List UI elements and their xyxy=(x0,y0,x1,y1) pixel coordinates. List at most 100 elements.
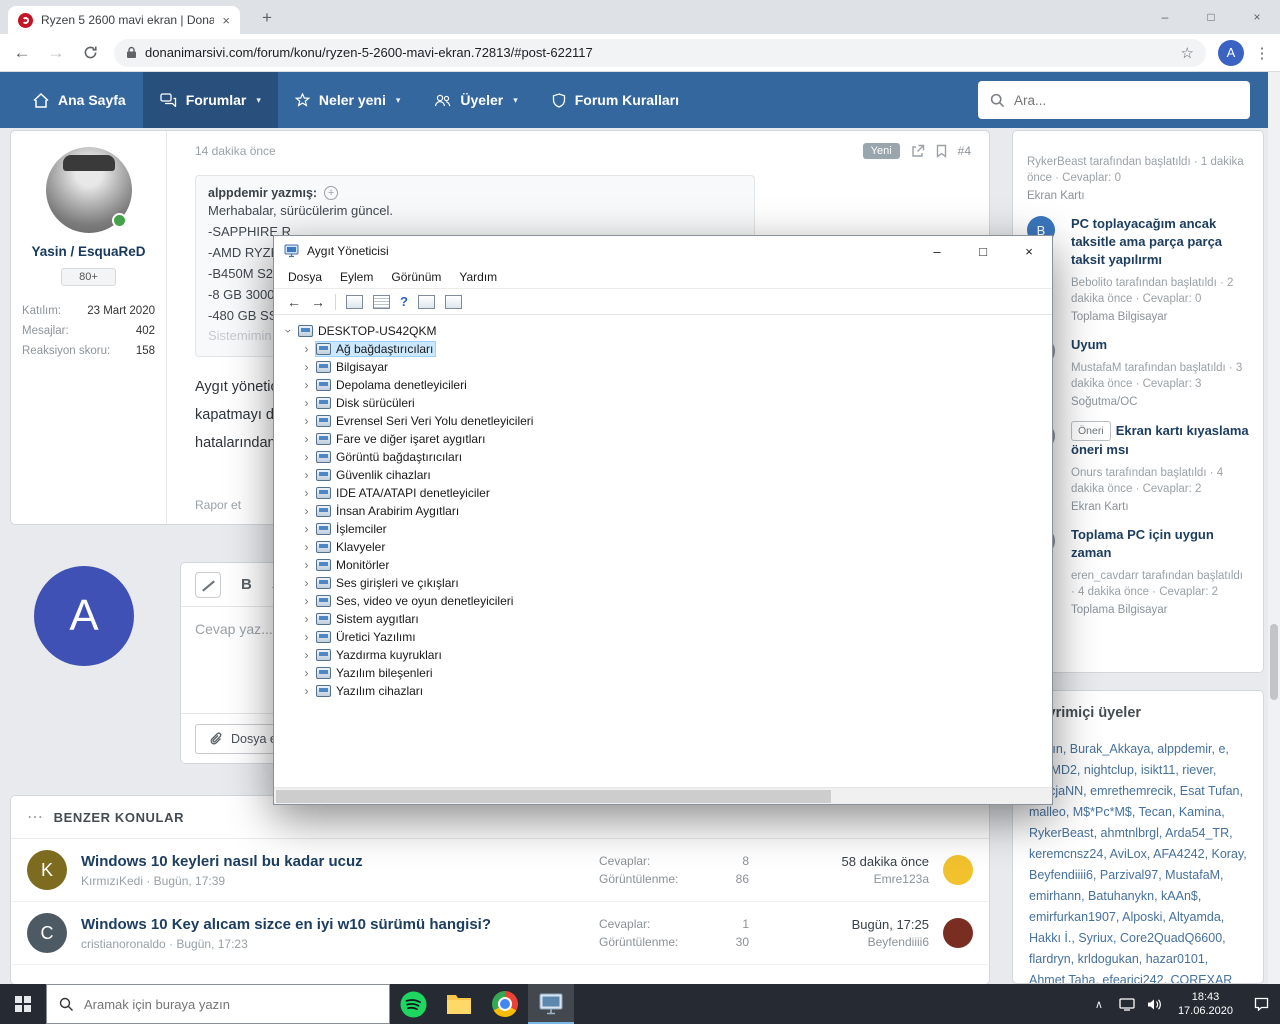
topic-title[interactable]: PC toplayacağım ancak taksitle ama parça… xyxy=(1071,215,1249,269)
minimize-button[interactable]: – xyxy=(914,236,960,266)
chevron-right-icon[interactable]: › xyxy=(298,378,315,392)
tree-item[interactable]: › Ağ bağdaştırıcıları xyxy=(274,340,1052,358)
chevron-expanded-icon[interactable]: › xyxy=(282,323,296,340)
profile-avatar[interactable]: A xyxy=(1218,40,1244,66)
tree-item[interactable]: › Monitörler xyxy=(274,556,1052,574)
thread-time[interactable]: 58 dakika önce xyxy=(749,854,929,869)
tree-item[interactable]: › Evrensel Seri Veri Yolu denetleyiciler… xyxy=(274,412,1052,430)
tree-item[interactable]: › Disk sürücüleri xyxy=(274,394,1052,412)
window-titlebar[interactable]: Aygıt Yöneticisi – □ × xyxy=(274,236,1052,266)
chevron-right-icon[interactable]: › xyxy=(298,666,315,680)
topic-category[interactable]: Toplama Bilgisayar xyxy=(1071,311,1249,323)
browser-tab[interactable]: Ryzen 5 2600 mavi ekran | Donan... × xyxy=(8,6,240,34)
chevron-right-icon[interactable]: › xyxy=(298,558,315,572)
topic-category[interactable]: Ekran Kartı xyxy=(1071,501,1249,513)
thread-avatar[interactable]: K xyxy=(27,850,67,890)
chevron-down-icon[interactable]: ▾ xyxy=(513,95,518,106)
topic-category[interactable]: Ekran Kartı xyxy=(1027,190,1249,202)
poster-avatar[interactable] xyxy=(46,147,132,233)
chevron-right-icon[interactable]: › xyxy=(298,648,315,662)
topic-entry[interactable]: RykerBeast tarafından başlatıldı · 1 dak… xyxy=(1013,135,1263,202)
topic-title[interactable]: Toplama PC için uygun zaman xyxy=(1071,526,1249,562)
start-button[interactable] xyxy=(0,984,46,1024)
chevron-right-icon[interactable]: › xyxy=(298,450,315,464)
chevron-right-icon[interactable]: › xyxy=(298,396,315,410)
chevron-right-icon[interactable]: › xyxy=(298,486,315,500)
scan-hardware-icon[interactable] xyxy=(418,295,435,309)
post-number[interactable]: #4 xyxy=(958,144,971,158)
share-icon[interactable] xyxy=(911,144,925,158)
tree-item[interactable]: › IDE ATA/ATAPI denetleyiciler xyxy=(274,484,1052,502)
chevron-right-icon[interactable]: › xyxy=(298,612,315,626)
page-scrollbar[interactable] xyxy=(1268,72,1280,984)
expand-quote-icon[interactable]: + xyxy=(324,186,338,200)
forward-button[interactable]: → xyxy=(40,37,72,69)
report-link[interactable]: Rapor et xyxy=(195,498,241,512)
thread-last-user[interactable]: Beyfendiiii6 xyxy=(749,935,929,949)
nav-forums[interactable]: Forumlar ▾ xyxy=(143,72,278,128)
page-scrollbar-thumb[interactable] xyxy=(1270,624,1278,700)
forum-search[interactable] xyxy=(978,81,1250,119)
tray-chevron-icon[interactable]: ∧ xyxy=(1085,984,1113,1024)
new-tab-button[interactable]: + xyxy=(254,5,280,31)
chevron-right-icon[interactable]: › xyxy=(298,576,315,590)
horizontal-scrollbar[interactable] xyxy=(274,787,1052,804)
chrome-taskbar-button[interactable] xyxy=(482,984,528,1024)
network-icon[interactable] xyxy=(1113,984,1141,1024)
spotify-taskbar-button[interactable] xyxy=(390,984,436,1024)
chevron-right-icon[interactable]: › xyxy=(298,414,315,428)
maximize-button[interactable]: □ xyxy=(960,236,1006,266)
tree-item[interactable]: › Sistem aygıtları xyxy=(274,610,1052,628)
tree-item[interactable]: › Yazılım cihazları xyxy=(274,682,1052,700)
nav-members[interactable]: Üyeler ▾ xyxy=(417,72,534,128)
menu-eylem[interactable]: Eylem xyxy=(331,270,382,284)
chevron-down-icon[interactable]: ▾ xyxy=(256,95,261,106)
tab-close-icon[interactable]: × xyxy=(222,13,230,28)
back-button[interactable]: ← xyxy=(6,37,38,69)
menu-dosya[interactable]: Dosya xyxy=(279,270,331,284)
topic-category[interactable]: Toplama Bilgisayar xyxy=(1071,604,1249,616)
device-manager-window[interactable]: Aygıt Yöneticisi – □ × Dosya Eylem Görün… xyxy=(273,235,1053,805)
clock[interactable]: 18:43 17.06.2020 xyxy=(1169,990,1242,1018)
chevron-right-icon[interactable]: › xyxy=(298,684,315,698)
tree-item[interactable]: › Üretici Yazılımı xyxy=(274,628,1052,646)
toolbar-forward-icon[interactable]: → xyxy=(311,294,325,310)
refresh-button[interactable] xyxy=(74,37,106,69)
thread-title[interactable]: Windows 10 Key alıcam sizce en iyi w10 s… xyxy=(81,916,599,933)
scrollbar-thumb[interactable] xyxy=(276,790,831,803)
menu-gorunum[interactable]: Görünüm xyxy=(382,270,450,284)
topic-title[interactable]: Uyum xyxy=(1071,336,1249,354)
remove-format-button[interactable] xyxy=(195,572,221,598)
tree-item[interactable]: › Yazdırma kuyrukları xyxy=(274,646,1052,664)
tree-item[interactable]: › İnsan Arabirim Aygıtları xyxy=(274,502,1052,520)
console-tree-icon[interactable] xyxy=(346,295,363,309)
thread-last-avatar[interactable] xyxy=(943,918,973,948)
forum-search-input[interactable] xyxy=(1014,93,1238,108)
volume-icon[interactable] xyxy=(1141,984,1169,1024)
thread-title[interactable]: Windows 10 keyleri nasıl bu kadar ucuz xyxy=(81,853,599,870)
menu-dots-icon[interactable]: ⋮ xyxy=(1250,44,1274,62)
chevron-right-icon[interactable]: › xyxy=(298,540,315,554)
window-maximize-button[interactable]: □ xyxy=(1188,0,1234,34)
taskbar-search-input[interactable] xyxy=(84,997,377,1012)
device-tree[interactable]: › DESKTOP-US42QKM › Ağ bağdaştırıcıları … xyxy=(274,315,1052,787)
chevron-right-icon[interactable]: › xyxy=(298,594,315,608)
tree-item[interactable]: › Yazılım bileşenleri xyxy=(274,664,1052,682)
chevron-down-icon[interactable]: ▾ xyxy=(396,95,401,106)
tree-item[interactable]: › Depolama denetleyicileri xyxy=(274,376,1052,394)
tree-item[interactable]: › Klavyeler xyxy=(274,538,1052,556)
tree-item[interactable]: › Güvenlik cihazları xyxy=(274,466,1052,484)
window-close-button[interactable]: × xyxy=(1234,0,1280,34)
tree-item[interactable]: › Fare ve diğer işaret aygıtları xyxy=(274,430,1052,448)
nav-rules[interactable]: Forum Kuralları xyxy=(535,72,696,128)
thread-avatar[interactable]: C xyxy=(27,913,67,953)
chevron-right-icon[interactable]: › xyxy=(298,504,315,518)
nav-whats-new[interactable]: Neler yeni ▾ xyxy=(278,72,417,128)
chevron-right-icon[interactable]: › xyxy=(298,630,315,644)
chevron-right-icon[interactable]: › xyxy=(298,468,315,482)
bookmark-star-icon[interactable]: ☆ xyxy=(1181,44,1194,62)
tree-item[interactable]: › Ses girişleri ve çıkışları xyxy=(274,574,1052,592)
thread-last-user[interactable]: Emre123a xyxy=(749,872,929,886)
bold-button[interactable]: B xyxy=(241,576,252,593)
chevron-right-icon[interactable]: › xyxy=(298,342,315,356)
